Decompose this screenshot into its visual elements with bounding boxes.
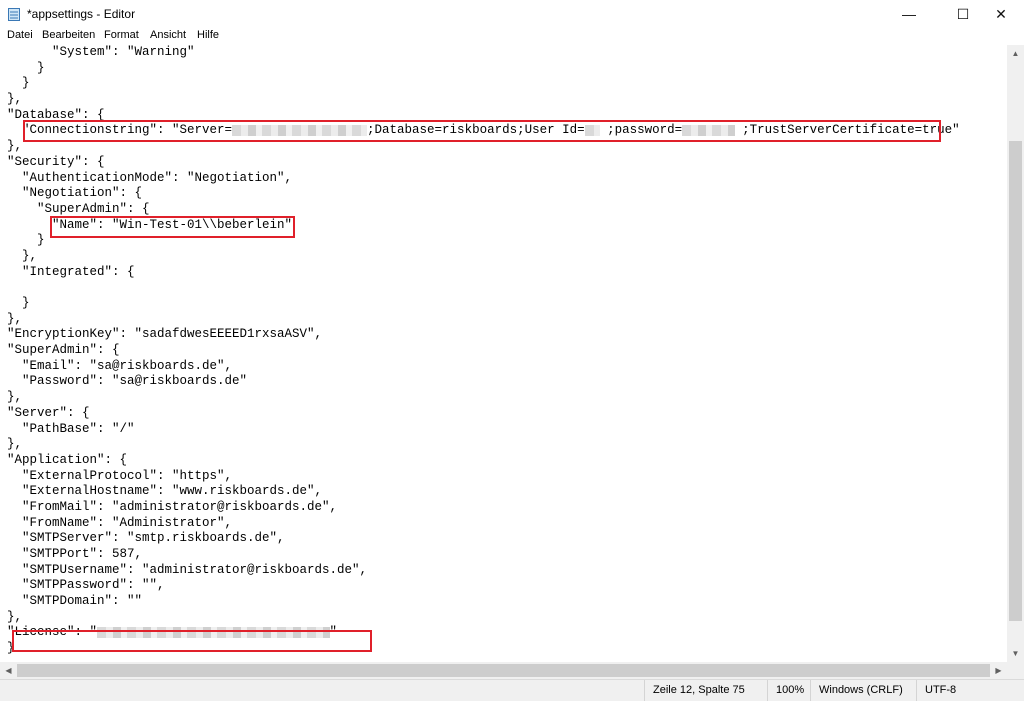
code-line: }, [7, 437, 23, 452]
code-line: }, [7, 390, 23, 405]
code-line: "AuthenticationMode": "Negotiation", [7, 170, 293, 185]
code-line: "Integrated": { [7, 264, 135, 279]
status-encoding: UTF-8 [916, 680, 1024, 701]
code-line: }, [7, 311, 23, 326]
code-line: "FromMail": "administrator@riskboards.de… [7, 499, 338, 514]
menu-format[interactable]: Format [102, 29, 141, 41]
menu-hilfe[interactable]: Hilfe [195, 29, 221, 41]
code-line: "ExternalProtocol": "https", [7, 468, 233, 483]
status-cursor-position: Zeile 12, Spalte 75 [644, 680, 767, 701]
code-line: "Negotiation": { [7, 186, 143, 201]
code-line: "Application": { [7, 452, 128, 467]
title-bar[interactable]: *appsettings - Editor — ☐ ✕ [0, 0, 1024, 28]
window-title: *appsettings - Editor [27, 7, 136, 21]
horizontal-scrollbar[interactable]: ◀ ▶ [0, 662, 1007, 679]
code-line: "SMTPPort": 587, [7, 547, 143, 561]
code-line: "Email": "sa@riskboards.de", [7, 358, 233, 373]
code-line: "Password": "sa@riskboards.de" [7, 374, 248, 389]
code-line: }, [7, 609, 23, 624]
code-line: "Security": { [7, 154, 105, 169]
menu-bar: Datei Bearbeiten Format Ansicht Hilfe [0, 28, 1024, 45]
horizontal-scroll-thumb[interactable] [17, 664, 990, 677]
code-line: "SMTPServer": "smtp.riskboards.de", [7, 531, 285, 546]
scroll-down-icon[interactable]: ▼ [1007, 645, 1024, 662]
status-zoom: 100% [767, 680, 810, 701]
menu-datei[interactable]: Datei [5, 29, 35, 41]
scrollbar-corner [1007, 662, 1024, 679]
code-line: "PathBase": "/" [7, 421, 135, 436]
status-line-ending: Windows (CRLF) [810, 680, 916, 701]
license-highlight [12, 630, 372, 652]
code-line: "EncryptionKey": "sadafdwesEEEED1rxsaASV… [7, 327, 323, 342]
text-editor[interactable]: "System": "Warning" } }}, "Database": { "… [0, 45, 1007, 662]
vertical-scroll-thumb[interactable] [1009, 141, 1022, 621]
menu-bearbeiten[interactable]: Bearbeiten [40, 29, 97, 41]
code-line: "Server": { [7, 405, 90, 420]
code-line: "System": "Warning" [7, 45, 195, 59]
close-button[interactable]: ✕ [978, 0, 1024, 28]
code-line: } [7, 296, 30, 310]
code-line: } [7, 76, 30, 91]
vertical-scrollbar[interactable]: ▲ ▼ [1007, 45, 1024, 662]
code-line: "SMTPPassword": "", [7, 578, 165, 593]
code-line: "SMTPUsername": "administrator@riskboard… [7, 562, 368, 577]
menu-ansicht[interactable]: Ansicht [148, 29, 188, 41]
status-bar: Zeile 12, Spalte 75 100% Windows (CRLF) … [0, 679, 1024, 701]
code-line: "ExternalHostname": "www.riskboards.de", [7, 484, 323, 499]
code-line: "SuperAdmin": { [7, 343, 120, 358]
code-line: "SMTPDomain": "" [7, 594, 143, 609]
code-line: }, [7, 92, 23, 107]
code-line: "FromName": "Administrator", [7, 515, 233, 530]
scroll-left-icon[interactable]: ◀ [0, 662, 17, 679]
name-highlight [50, 216, 295, 238]
code-line: }, [7, 248, 38, 263]
notepad-icon [8, 8, 20, 21]
scroll-up-icon[interactable]: ▲ [1007, 45, 1024, 62]
minimize-button[interactable]: — [886, 0, 932, 28]
connectionstring-highlight [23, 120, 941, 142]
code-line: } [7, 60, 45, 75]
scroll-right-icon[interactable]: ▶ [990, 662, 1007, 679]
